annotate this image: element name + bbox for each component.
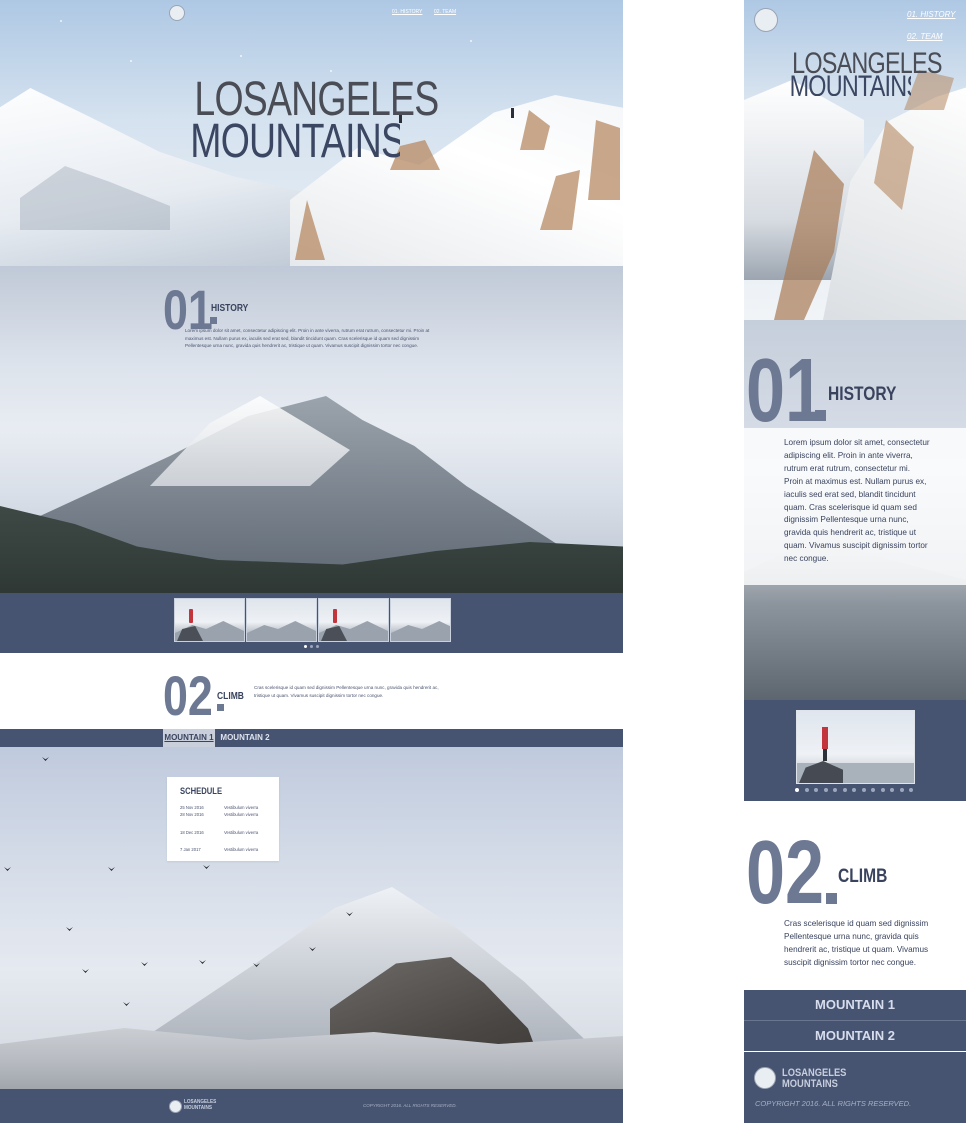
mobile-tab-mountain-1[interactable]: MOUNTAIN 1 <box>744 990 966 1020</box>
bird <box>108 867 115 871</box>
photo-climber <box>822 727 828 749</box>
mobile-footer: LOSANGELES MOUNTAINS COPYRIGHT 2016. ALL… <box>744 1052 966 1123</box>
bird <box>141 962 148 966</box>
schedule-date: 18 Dec 2016 <box>180 830 204 835</box>
mobile-tab-mountain-2[interactable]: MOUNTAIN 2 <box>744 1021 966 1051</box>
gallery-thumb[interactable] <box>390 598 451 642</box>
bird <box>42 757 49 761</box>
mobile-climb-label: CLIMB <box>838 866 888 887</box>
mobile-hero-title-line2: MOUNTAINS <box>789 72 911 96</box>
footer-logo-bottom: MOUNTAINS <box>184 1105 212 1111</box>
mobile-hero-title-line2-clip: MOUNTAINS <box>771 72 911 96</box>
mobile-footer-logo-bottom: MOUNTAINS <box>782 1078 838 1090</box>
history-body: Lorem ipsum dolor sit amet, consectetur … <box>185 328 430 348</box>
climb-number: 02 <box>163 664 213 727</box>
nav-history-link[interactable]: 01. HISTORY <box>392 9 422 15</box>
history-number-dot <box>210 317 217 324</box>
bird <box>66 927 73 931</box>
schedule-place: Vestibulum viverra <box>224 805 259 810</box>
hero-title-line2-clip: MOUNTAINS <box>160 118 400 162</box>
climb-tabbar <box>0 729 623 747</box>
schedule-place: Vestibulum viverra <box>224 847 259 852</box>
tab-mountain-2[interactable]: MOUNTAIN 2 <box>219 729 271 747</box>
climb-body: Cras scelerisque id quam sed dignissim P… <box>254 685 439 698</box>
bird <box>199 960 206 964</box>
footer: LOSANGELES MOUNTAINS COPYRIGHT 2016. ALL… <box>0 1089 623 1123</box>
gallery-dot-icon[interactable] <box>880 788 885 792</box>
hero-section: 01. HISTORY 02. TEAM LOSANGELES MOUNTAIN… <box>0 0 623 266</box>
bird <box>123 1002 130 1006</box>
mobile-gallery-dots <box>795 788 925 792</box>
gallery-thumb[interactable] <box>246 598 317 642</box>
schedule-card: SCHEDULE 25 Nov 2016 Vestibulum viverra … <box>167 777 279 861</box>
climber-figure <box>511 108 514 118</box>
logo-mountain-icon[interactable] <box>169 5 185 21</box>
desktop-layout: 01. HISTORY 02. TEAM LOSANGELES MOUNTAIN… <box>0 0 623 1123</box>
schedule-place: Vestibulum viverra <box>224 830 259 835</box>
gallery-dot-icon[interactable] <box>804 788 809 792</box>
schedule-date: 25 Nov 2016 <box>180 805 204 810</box>
mobile-climb-number: 02 <box>746 823 825 923</box>
mobile-gallery-photo[interactable] <box>796 710 915 784</box>
logo-mountain-icon[interactable] <box>754 8 778 32</box>
gallery-dot-icon[interactable] <box>861 788 866 792</box>
bird <box>4 867 11 871</box>
gallery-dot-icon[interactable] <box>316 645 319 648</box>
gallery-dot-icon[interactable] <box>833 788 837 792</box>
history-section <box>0 266 623 593</box>
mobile-history-body: Lorem ipsum dolor sit amet, consectetur … <box>784 438 930 564</box>
footer-copyright: COPYRIGHT 2016. ALL RIGHTS RESERVED. <box>363 1103 457 1108</box>
gallery-dot-icon[interactable] <box>310 645 313 648</box>
gallery-thumb[interactable] <box>318 598 389 642</box>
gallery-dot-icon[interactable] <box>899 788 904 792</box>
climb-label: CLIMB <box>217 691 244 702</box>
mobile-nav-history-link[interactable]: 01. HISTORY <box>907 10 955 19</box>
gallery-dot-icon[interactable] <box>871 788 875 792</box>
gallery-thumb[interactable] <box>174 598 245 642</box>
logo-mountain-icon[interactable] <box>169 1100 182 1113</box>
photo-climber-legs <box>823 749 827 761</box>
bird <box>82 969 89 973</box>
gallery-dot-icon[interactable] <box>852 788 856 792</box>
tab-mountain-1[interactable]: MOUNTAIN 1 <box>163 729 215 747</box>
gallery-dot-icon[interactable] <box>795 788 799 792</box>
mobile-footer-copyright: COPYRIGHT 2016. ALL RIGHTS RESERVED. <box>755 1099 912 1108</box>
mobile-history-number: 01 <box>746 341 825 441</box>
gallery-dot-icon[interactable] <box>304 645 307 648</box>
hero-title-line1: LOSANGELES <box>194 73 439 126</box>
climb-section <box>0 747 623 1089</box>
mobile-history-number-dot <box>815 410 826 421</box>
gallery-dot-icon[interactable] <box>909 788 913 792</box>
bird <box>203 865 210 869</box>
schedule-title: SCHEDULE <box>180 786 223 796</box>
gallery-dot-icon[interactable] <box>842 788 847 792</box>
mobile-nav-team-link[interactable]: 02. TEAM <box>907 32 943 41</box>
mobile-history-label: HISTORY <box>828 384 897 405</box>
schedule-date: 28 Nov 2016 <box>180 812 204 817</box>
mobile-climb-body: Cras scelerisque id quam sed dignissim P… <box>784 919 929 967</box>
schedule-place: Vestibulum viverra <box>224 812 259 817</box>
mobile-climb-number-dot <box>826 893 837 904</box>
nav-team-link[interactable]: 02. TEAM <box>434 9 456 15</box>
schedule-date: 7 Jan 2017 <box>180 847 201 852</box>
gallery-dot-icon[interactable] <box>823 788 828 792</box>
history-label: HISTORY <box>211 303 249 314</box>
gallery-dot-icon[interactable] <box>814 788 818 792</box>
logo-mountain-icon[interactable] <box>754 1067 776 1089</box>
hero-title-line2: MOUNTAINS <box>190 118 400 162</box>
climb-number-dot <box>217 704 224 711</box>
mobile-hero: 01. HISTORY 02. TEAM LOSANGELES MOUNTAIN… <box>744 0 966 320</box>
gallery-dot-icon[interactable] <box>890 788 894 792</box>
